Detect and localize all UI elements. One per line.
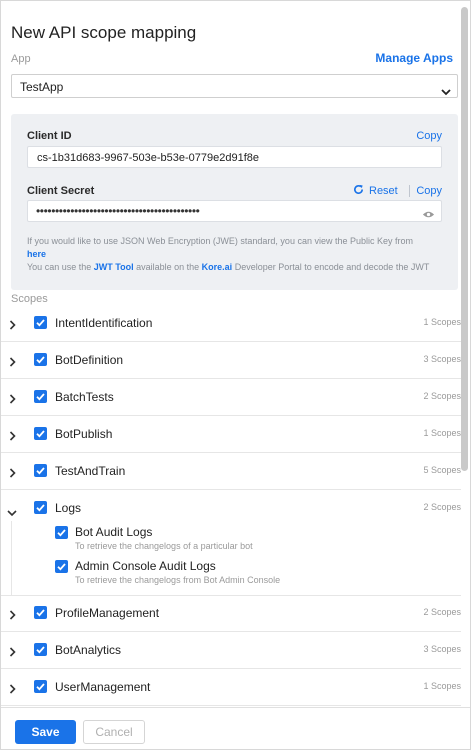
sub-scope-description: To retrieve the changelogs from Bot Admi…	[75, 575, 281, 585]
chevron-right-icon[interactable]	[9, 681, 16, 699]
checkbox-checked-icon[interactable]	[34, 464, 47, 477]
jwe-info-sentence: If you would like to use JSON Web Encryp…	[27, 236, 413, 246]
scope-row-batchtests[interactable]: BatchTests 2 Scopes	[1, 379, 461, 416]
link-divider	[409, 185, 410, 197]
scope-row-intentidentification[interactable]: IntentIdentification 1 Scopes	[1, 305, 461, 342]
sub-scope-description: To retrieve the changelogs of a particul…	[75, 541, 253, 551]
app-select[interactable]: TestApp	[11, 74, 458, 98]
client-secret-label: Client Secret	[27, 185, 95, 197]
client-id-label: Client ID	[27, 130, 72, 142]
jwe-info-text: If you would like to use JSON Web Encryp…	[27, 235, 447, 261]
checkbox-checked-icon[interactable]	[34, 501, 47, 514]
scope-count: 2 Scopes	[423, 391, 461, 401]
scope-name: BatchTests	[55, 390, 114, 404]
chevron-down-icon[interactable]	[7, 504, 17, 522]
sub-scope-name: Bot Audit Logs	[75, 525, 153, 539]
scope-name: UserManagement	[55, 680, 151, 694]
copy-client-id-link[interactable]: Copy	[416, 130, 442, 142]
copy-client-secret-link[interactable]: Copy	[416, 185, 442, 197]
scope-name: TestAndTrain	[55, 464, 126, 478]
chevron-right-icon[interactable]	[9, 354, 16, 372]
scope-name: IntentIdentification	[55, 316, 153, 330]
chevron-right-icon[interactable]	[9, 644, 16, 662]
scope-count: 2 Scopes	[423, 502, 461, 512]
app-select-value: TestApp	[20, 80, 64, 94]
reset-secret-link[interactable]: Reset	[353, 184, 398, 198]
refresh-icon	[353, 184, 364, 198]
scrollbar-thumb[interactable]	[461, 7, 468, 471]
scope-count: 2 Scopes	[423, 607, 461, 617]
client-secret-value: ••••••••••••••••••••••••••••••••••••••••…	[36, 204, 200, 218]
scopes-label: Scopes	[11, 293, 48, 305]
checkbox-checked-icon[interactable]	[34, 353, 47, 366]
client-id-value: cs-1b31d683-9967-503e-b53e-0779e2d91f8e	[37, 152, 260, 164]
scope-count: 1 Scopes	[423, 317, 461, 327]
client-secret-field[interactable]: ••••••••••••••••••••••••••••••••••••••••…	[27, 200, 442, 222]
chevron-down-icon	[441, 83, 451, 101]
checkbox-checked-icon[interactable]	[55, 526, 68, 539]
scope-count: 1 Scopes	[423, 681, 461, 691]
scope-row-botdefinition[interactable]: BotDefinition 3 Scopes	[1, 342, 461, 379]
kore-ai-link[interactable]: Kore.ai	[202, 262, 233, 272]
checkbox-checked-icon[interactable]	[34, 390, 47, 403]
jwt-info-mid: available on the	[136, 262, 200, 272]
footer-divider	[1, 707, 470, 708]
chevron-right-icon[interactable]	[9, 607, 16, 625]
scope-row-botanalytics[interactable]: BotAnalytics 3 Scopes	[1, 632, 461, 669]
scope-row-profilemanagement[interactable]: ProfileManagement 2 Scopes	[1, 595, 461, 632]
cancel-button[interactable]: Cancel	[83, 720, 145, 744]
client-id-field[interactable]: cs-1b31d683-9967-503e-b53e-0779e2d91f8e	[27, 146, 442, 168]
scope-count: 3 Scopes	[423, 354, 461, 364]
chevron-right-icon[interactable]	[9, 391, 16, 409]
checkbox-checked-icon[interactable]	[34, 316, 47, 329]
chevron-right-icon[interactable]	[9, 428, 16, 446]
checkbox-checked-icon[interactable]	[55, 560, 68, 573]
sub-scope-guide-line	[11, 521, 12, 595]
scope-row-testandtrain[interactable]: TestAndTrain 5 Scopes	[1, 453, 461, 490]
checkbox-checked-icon[interactable]	[34, 606, 47, 619]
scope-row-usermanagement[interactable]: UserManagement 1 Scopes	[1, 669, 461, 706]
jwt-info-suffix: Developer Portal to encode and decode th…	[234, 262, 430, 272]
scope-name: ProfileManagement	[55, 606, 160, 620]
eye-icon[interactable]	[422, 206, 435, 224]
save-button[interactable]: Save	[15, 720, 76, 744]
checkbox-checked-icon[interactable]	[34, 680, 47, 693]
scope-count: 5 Scopes	[423, 465, 461, 475]
client-credentials-box: Client ID Copy cs-1b31d683-9967-503e-b53…	[11, 114, 458, 290]
scope-count: 1 Scopes	[423, 428, 461, 438]
checkbox-checked-icon[interactable]	[34, 643, 47, 656]
jwt-info-prefix: You can use the	[27, 262, 92, 272]
jwt-tool-link[interactable]: JWT Tool	[94, 262, 134, 272]
scope-row-botpublish[interactable]: BotPublish 1 Scopes	[1, 416, 461, 453]
checkbox-checked-icon[interactable]	[34, 427, 47, 440]
sub-scope-name: Admin Console Audit Logs	[75, 559, 216, 573]
chevron-right-icon[interactable]	[9, 317, 16, 335]
app-label: App	[11, 53, 31, 65]
public-key-here-link[interactable]: here	[27, 249, 46, 259]
api-scope-mapping-panel: New API scope mapping App Manage Apps Te…	[0, 0, 471, 750]
chevron-right-icon[interactable]	[9, 465, 16, 483]
scope-name: Logs	[55, 501, 82, 515]
jwt-tool-info-text: You can use the JWT Tool available on th…	[27, 261, 447, 274]
scope-count: 3 Scopes	[423, 644, 461, 654]
reset-label: Reset	[369, 185, 398, 197]
page-title: New API scope mapping	[11, 23, 197, 42]
scope-name: BotDefinition	[55, 353, 124, 367]
scope-name: BotPublish	[55, 427, 113, 441]
scope-name: BotAnalytics	[55, 643, 122, 657]
manage-apps-link[interactable]: Manage Apps	[375, 51, 453, 65]
